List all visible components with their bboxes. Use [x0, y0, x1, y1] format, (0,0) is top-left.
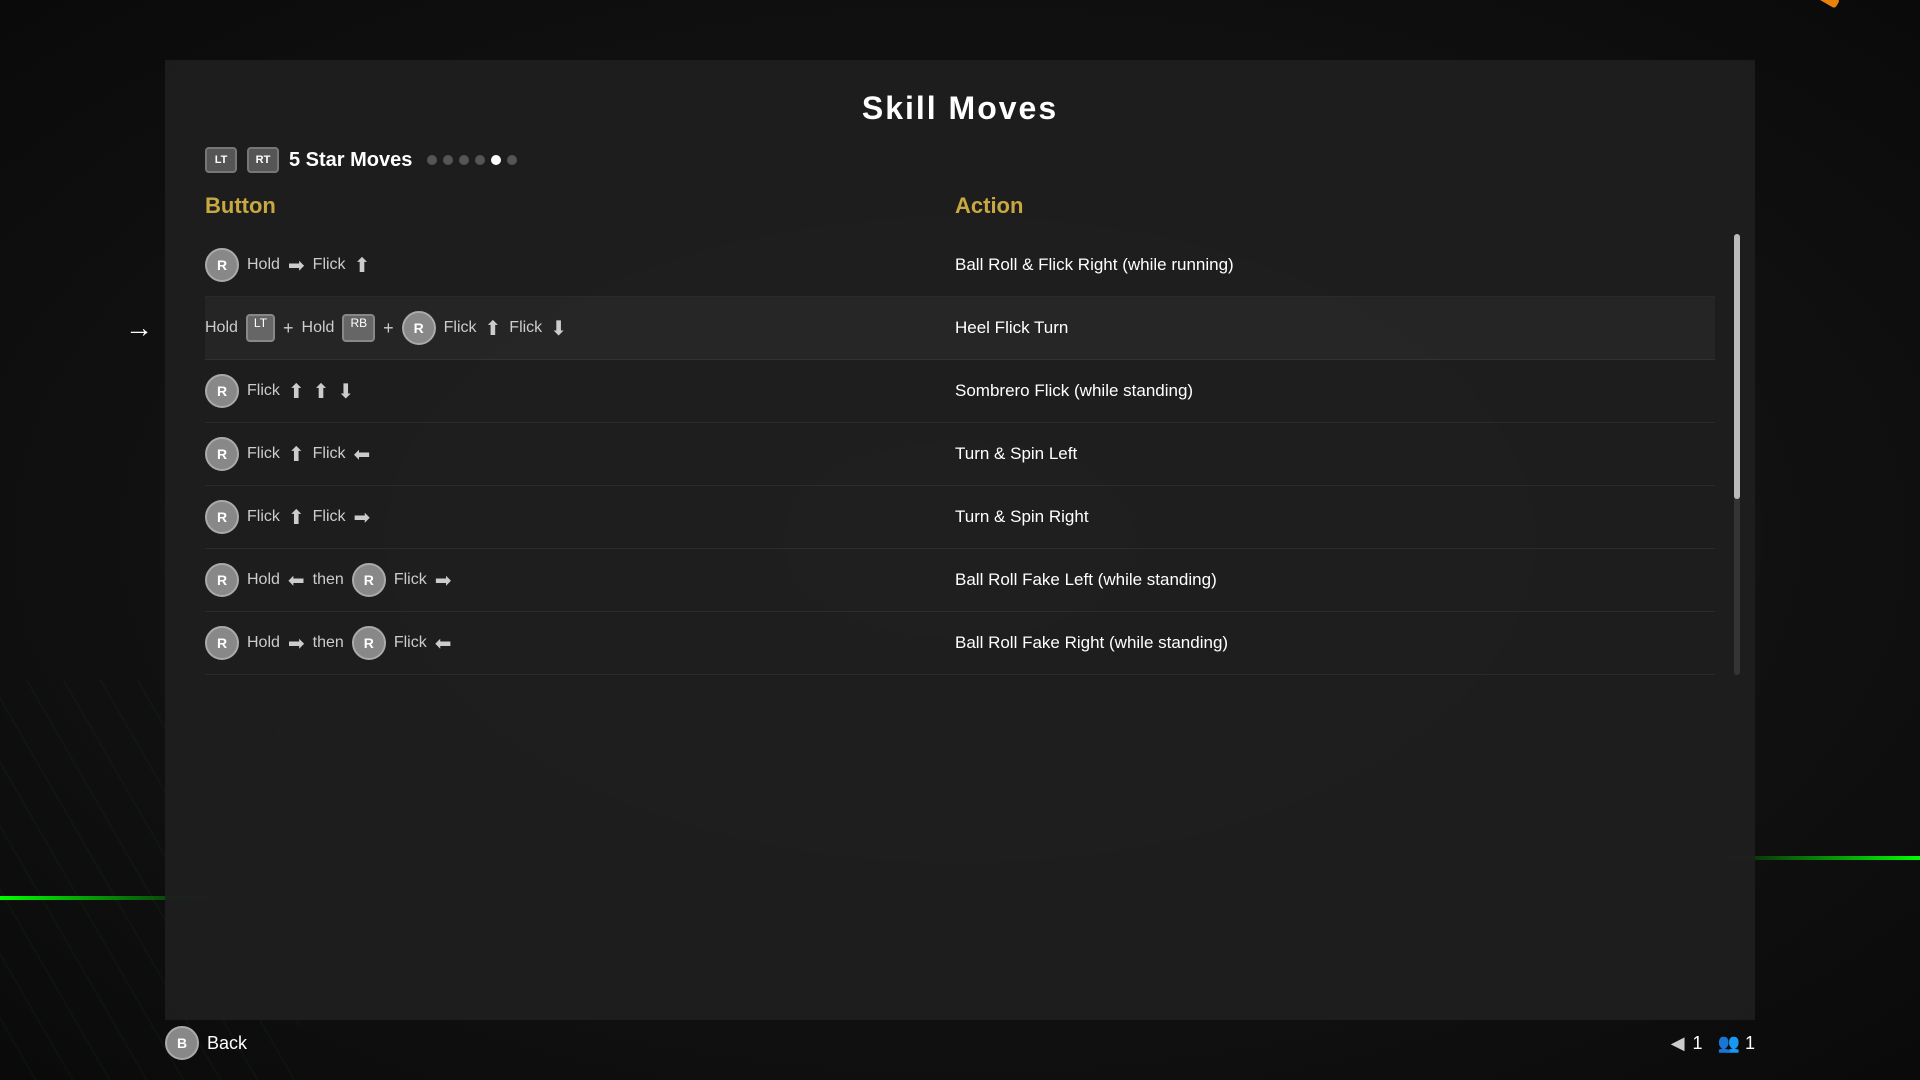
move-action-6: Ball Roll Fake Left (while standing): [955, 570, 1715, 590]
move-row-1: R Hold ➡ Flick ⬆ Ball Roll & Flick Right…: [205, 234, 1715, 297]
r-button-5: R: [205, 500, 239, 534]
scrollbar-thumb[interactable]: [1734, 234, 1740, 499]
dot-1[interactable]: [427, 155, 437, 165]
bottom-bar: B Back ◀ 1 👥 1: [165, 1026, 1755, 1060]
action-column-header: Action: [955, 193, 1715, 219]
page-prev-arrow[interactable]: ◀: [1671, 1033, 1685, 1054]
arrow-up-1: ⬆: [354, 253, 371, 278]
flick-label-5b: Flick: [313, 508, 346, 526]
flick-label-5a: Flick: [247, 508, 280, 526]
page-nav: ◀ 1: [1671, 1033, 1703, 1054]
players-count: 1: [1745, 1033, 1755, 1053]
rb-button-2: RB: [342, 314, 375, 342]
move-button-col-4: R Flick ⬆ Flick ⬅: [205, 437, 955, 471]
arrow-up-3b: ⬆: [313, 379, 330, 404]
move-action-1: Ball Roll & Flick Right (while running): [955, 255, 1715, 275]
back-button[interactable]: B Back: [165, 1026, 247, 1060]
move-action-7: Ball Roll Fake Right (while standing): [955, 633, 1715, 653]
arrow-right-1: ➡: [288, 253, 305, 278]
move-button-col-7: R Hold ➡ then R Flick ⬅: [205, 626, 955, 660]
arrow-up-5: ⬆: [288, 505, 305, 530]
move-row-2: → Hold LT + Hold RB + R Flick ⬆ Flick ⬇ …: [205, 297, 1715, 360]
tab-dots: [427, 155, 517, 165]
arrow-up-2: ⬆: [485, 316, 502, 341]
arrow-left-4: ⬅: [354, 442, 371, 467]
arrow-left-7: ⬅: [435, 631, 452, 656]
moves-list: R Hold ➡ Flick ⬆ Ball Roll & Flick Right…: [205, 234, 1715, 675]
flick-label-6: Flick: [394, 571, 427, 589]
move-button-col-6: R Hold ⬅ then R Flick ➡: [205, 563, 955, 597]
then-label-6: then: [313, 571, 344, 589]
dot-6[interactable]: [507, 155, 517, 165]
arrow-up-4: ⬆: [288, 442, 305, 467]
page-title: Skill Moves: [205, 90, 1715, 127]
button-column-header: Button: [205, 193, 955, 219]
arrow-down-3: ⬇: [337, 379, 354, 404]
back-label: Back: [207, 1033, 247, 1054]
tab-section: LT RT 5 Star Moves: [205, 147, 1715, 173]
r-button-3: R: [205, 374, 239, 408]
rt-badge[interactable]: RT: [247, 147, 279, 173]
move-row-7: R Hold ➡ then R Flick ⬅ Ball Roll Fake R…: [205, 612, 1715, 675]
then-label-7: then: [313, 634, 344, 652]
hold-label-2b: Hold: [302, 319, 335, 337]
move-button-col-5: R Flick ⬆ Flick ➡: [205, 500, 955, 534]
r-button-4: R: [205, 437, 239, 471]
scrollbar-track[interactable]: [1734, 234, 1740, 675]
dot-3[interactable]: [459, 155, 469, 165]
b-button[interactable]: B: [165, 1026, 199, 1060]
r-button-1: R: [205, 248, 239, 282]
flick-label-7: Flick: [394, 634, 427, 652]
arrow-right-7a: ➡: [288, 631, 305, 656]
players-icon: 👥 1: [1718, 1033, 1755, 1054]
main-panel: Skill Moves LT RT 5 Star Moves Button Ac…: [165, 60, 1755, 1020]
selection-arrow: →: [125, 312, 153, 344]
arrow-left-6: ⬅: [288, 568, 305, 593]
hold-label-2a: Hold: [205, 319, 238, 337]
flick-label-2a: Flick: [444, 319, 477, 337]
move-button-col-2: Hold LT + Hold RB + R Flick ⬆ Flick ⬇: [205, 311, 955, 345]
plus-2: +: [383, 318, 394, 339]
move-row-5: R Flick ⬆ Flick ➡ Turn & Spin Right: [205, 486, 1715, 549]
dot-2[interactable]: [443, 155, 453, 165]
flick-label-3: Flick: [247, 382, 280, 400]
dot-4[interactable]: [475, 155, 485, 165]
r-button-2: R: [402, 311, 436, 345]
move-row-4: R Flick ⬆ Flick ⬅ Turn & Spin Left: [205, 423, 1715, 486]
dot-5[interactable]: [491, 155, 501, 165]
arrow-up-3a: ⬆: [288, 379, 305, 404]
r-button-7b: R: [352, 626, 386, 660]
column-headers: Button Action: [205, 193, 1715, 219]
move-action-4: Turn & Spin Left: [955, 444, 1715, 464]
arrow-down-2: ⬇: [550, 316, 567, 341]
flick-label-4a: Flick: [247, 445, 280, 463]
page-info: ◀ 1 👥 1: [1671, 1033, 1755, 1054]
tab-active-label: 5 Star Moves: [289, 149, 412, 172]
flick-label-2b: Flick: [509, 319, 542, 337]
flick-label-4b: Flick: [313, 445, 346, 463]
page-number: 1: [1693, 1033, 1703, 1054]
hold-label-6: Hold: [247, 571, 280, 589]
move-action-3: Sombrero Flick (while standing): [955, 381, 1715, 401]
flick-label-1: Flick: [313, 256, 346, 274]
players-icon-glyph: 👥: [1718, 1033, 1740, 1053]
hold-label-7: Hold: [247, 634, 280, 652]
lt-button-2: LT: [246, 314, 275, 342]
move-action-5: Turn & Spin Right: [955, 507, 1715, 527]
plus-1: +: [283, 318, 294, 339]
move-button-col-3: R Flick ⬆ ⬆ ⬇: [205, 374, 955, 408]
move-action-2: Heel Flick Turn: [955, 318, 1715, 338]
arrow-right-5: ➡: [354, 505, 371, 530]
move-button-col-1: R Hold ➡ Flick ⬆: [205, 248, 955, 282]
r-button-6b: R: [352, 563, 386, 597]
r-button-7a: R: [205, 626, 239, 660]
lt-badge[interactable]: LT: [205, 147, 237, 173]
move-row-6: R Hold ⬅ then R Flick ➡ Ball Roll Fake L…: [205, 549, 1715, 612]
arrow-right-6: ➡: [435, 568, 452, 593]
move-row-3: R Flick ⬆ ⬆ ⬇ Sombrero Flick (while stan…: [205, 360, 1715, 423]
r-button-6a: R: [205, 563, 239, 597]
hold-label-1: Hold: [247, 256, 280, 274]
